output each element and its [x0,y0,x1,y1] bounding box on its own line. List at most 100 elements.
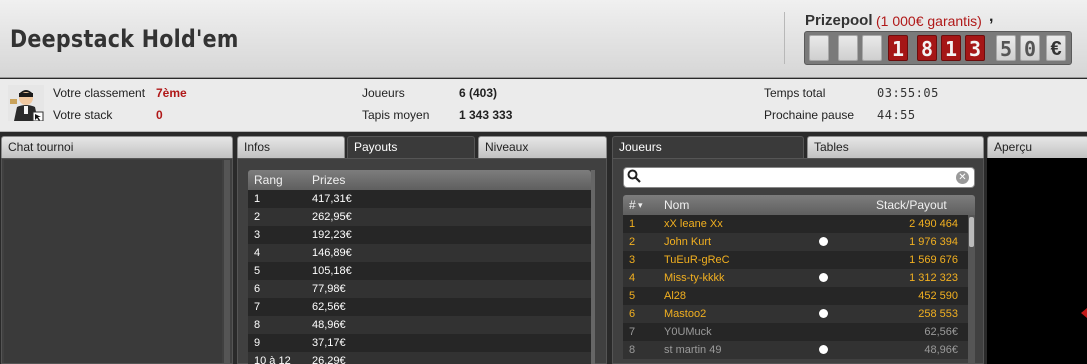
payouts-table-header: Rang Prizes [248,170,591,190]
players-value: 6 (403) [459,86,498,100]
table-row: 5 105,18€ [248,262,591,280]
counter-digit: 8 [917,35,937,61]
payout-rank: 6 [254,283,261,295]
player-name: Miss-ty-kkkk [664,272,725,284]
players-scrollbar-thumb[interactable] [969,217,974,247]
payout-prize: 262,95€ [312,211,352,223]
tab-tables[interactable]: Tables [807,136,984,158]
player-rank: 4 [629,272,636,284]
payout-prize: 48,96€ [312,319,346,331]
tab-chat[interactable]: Chat tournoi [1,136,233,158]
player-name: TuEuR-gReC [664,254,730,266]
chat-messages[interactable] [4,160,222,363]
info-bar: Votre classement 7ème Votre stack 0 Joue… [0,79,1087,132]
player-search-input[interactable] [623,167,975,188]
tab-payouts[interactable]: Payouts [347,136,475,158]
payout-prize: 192,23€ [312,229,352,241]
players-label: Joueurs [362,86,405,100]
player-stack: 452 590 [918,290,958,302]
counter-separator: , [989,8,994,25]
header-divider [784,12,785,64]
player-rank: 2 [629,236,636,248]
player-row[interactable]: 5 Al28 452 590 [623,287,968,305]
prizepool-guarantee: (1 000€ garantis) [876,13,982,29]
player-rank: 3 [629,254,636,266]
clear-search-icon[interactable]: ✕ [956,171,969,184]
player-stack: 1 569 676 [909,254,958,266]
counter-digit-empty [809,35,829,61]
players-table-header: # ▾ Nom Stack/Payout [623,195,975,215]
chat-body [1,158,233,364]
payout-prize: 62,56€ [312,301,346,313]
player-row[interactable]: 8 st martin 49 48,96€ [623,341,968,359]
player-stack: 1 976 394 [909,236,958,248]
next-break-value: 44:55 [877,108,916,122]
column-stack[interactable]: Stack/Payout [876,198,947,212]
next-break-label: Prochaine pause [764,108,855,122]
payout-rank: 4 [254,247,261,259]
payouts-scrollbar[interactable] [591,170,595,364]
column-rank[interactable]: Rang [254,173,283,187]
counter-decimal-digit: 5 [996,35,1016,61]
player-stack: 48,96€ [924,344,958,356]
player-row[interactable]: 4 Miss-ty-kkkk 1 312 323 [623,269,968,287]
preview-tabbar: Aperçu [987,136,1087,158]
player-rank: 5 [629,290,636,302]
payout-rank: 10 à 12 [254,355,291,364]
header: Deepstack Hold'em Prizepool (1 000€ gara… [0,0,1087,78]
payouts-tabbar: Infos Payouts Niveaux [237,136,607,158]
tab-infos[interactable]: Infos [237,136,345,158]
table-preview[interactable] [987,158,1087,364]
tab-niveaux[interactable]: Niveaux [478,136,607,158]
tab-apercu[interactable]: Aperçu [987,136,1087,158]
sort-icon[interactable]: ▾ [638,200,643,211]
payout-prize: 146,89€ [312,247,352,259]
payout-prize: 26,29€ [312,355,346,364]
total-time-value: 03:55:05 [877,86,939,100]
counter-digit-empty [862,35,882,61]
player-row[interactable]: 3 TuEuR-gReC 1 569 676 [623,251,968,269]
player-rank: 7 [629,326,636,338]
chat-scrollbar[interactable] [224,160,230,363]
payout-prize: 37,17€ [312,337,346,349]
player-name: Y0UMuck [664,326,712,338]
table-row: 2 262,95€ [248,208,591,226]
payouts-panel: Infos Payouts Niveaux Rang Prizes 1 417,3… [237,136,607,364]
column-name[interactable]: Nom [664,198,689,212]
player-row[interactable]: 2 John Kurt 1 976 394 [623,233,968,251]
avatar[interactable] [8,85,44,121]
player-status-dot-icon [819,237,828,246]
avg-stack-value: 1 343 333 [459,108,513,122]
player-status-dot-icon [819,309,828,318]
player-row[interactable]: 7 Y0UMuck 62,56€ [623,323,968,341]
payouts-body: Rang Prizes 1 417,31€ 2 262,95€ 3 192,23€ 4 146… [237,158,607,364]
prizepool-counter: 1 8 1 3 5 0 € [804,31,1072,65]
players-tabbar: Joueurs Tables [612,136,984,158]
players-body: ✕ # ▾ Nom Stack/Payout 1 xX leane Xx 2 490… [612,158,984,364]
player-rank: 6 [629,308,636,320]
player-stack: 62,56€ [924,326,958,338]
table-row: 3 192,23€ [248,226,591,244]
table-row: 4 146,89€ [248,244,591,262]
table-row: 1 417,31€ [248,190,591,208]
player-name: John Kurt [664,236,712,248]
chat-tabbar: Chat tournoi [1,136,233,158]
players-scrollbar[interactable] [968,215,975,364]
player-name: xX leane Xx [664,218,723,230]
tab-joueurs[interactable]: Joueurs [612,136,804,158]
counter-digit: 3 [965,35,985,61]
rank-value: 7ème [156,86,187,100]
column-rank[interactable]: # [629,198,636,212]
payout-rank: 2 [254,211,261,223]
player-name: Mastoo2 [664,308,707,320]
counter-digit-empty [838,35,858,61]
search-icon[interactable] [627,169,641,183]
player-row[interactable]: 6 Mastoo2 258 553 [623,305,968,323]
player-status-dot-icon [819,273,828,282]
column-prizes[interactable]: Prizes [312,173,345,187]
player-row[interactable]: 1 xX leane Xx 2 490 464 [623,215,968,233]
payout-rank: 3 [254,229,261,241]
payout-rank: 5 [254,265,261,277]
player-name: st martin 49 [664,344,722,356]
preview-panel: Aperçu [987,136,1087,364]
